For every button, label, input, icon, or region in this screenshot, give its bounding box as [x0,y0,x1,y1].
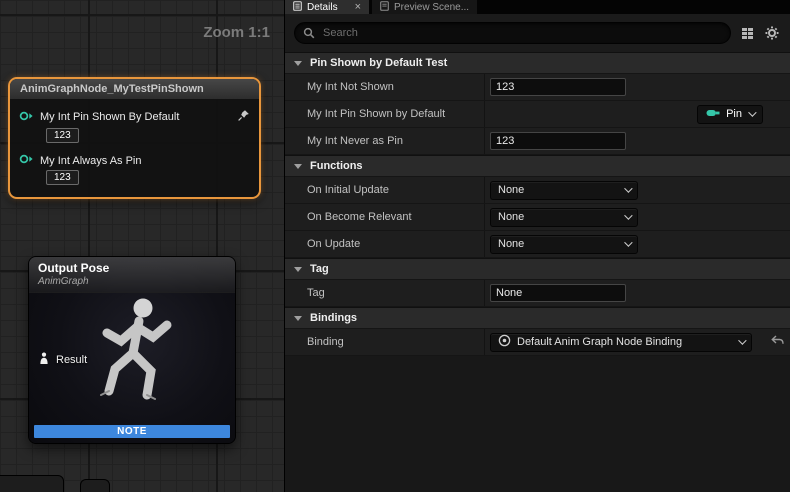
pin-icon [706,108,720,120]
pin-label: My Int Pin Shown By Default [40,111,179,123]
node-title[interactable]: AnimGraphNode_MyTestPinShown [10,79,259,100]
search-wrap [294,22,731,44]
binding-icon [498,334,511,350]
search-icon [303,27,315,39]
property-row: My Int Not Shown [285,74,790,101]
pin-row-shown-by-default: My Int Pin Shown By Default [19,109,250,125]
chevron-down-icon [624,211,632,219]
pin-row-always-as-pin: My Int Always As Pin [19,154,250,167]
on-initial-update-dropdown[interactable]: None [490,181,638,200]
tab-details[interactable]: Details × [285,0,369,14]
tag-input[interactable] [490,284,626,302]
section-header-bindings[interactable]: Bindings [285,307,790,329]
property-label: My Int Not Shown [285,74,485,100]
mannequin-figure [81,291,191,421]
property-label: On Update [285,231,485,257]
section-header-functions[interactable]: Functions [285,155,790,177]
property-row: Tag [285,280,790,307]
pose-pin-icon[interactable] [38,352,50,367]
search-row [285,14,790,52]
pushpin-icon[interactable] [237,109,250,125]
result-pin-label: Result [56,354,87,366]
chevron-down-icon[interactable] [294,164,302,169]
pin-visibility-dropdown[interactable]: Pin [697,105,763,124]
view-options-grid-icon[interactable] [738,24,756,42]
section-title: Bindings [310,312,357,324]
details-empty-area [285,356,790,492]
chevron-down-icon[interactable] [294,61,302,66]
binding-value: Default Anim Graph Node Binding [517,336,732,348]
partial-node[interactable] [0,475,64,492]
pin-dropdown-label: Pin [726,108,742,120]
section-title: Pin Shown by Default Test [310,57,447,69]
my-int-not-shown-input[interactable] [490,78,626,96]
close-icon[interactable]: × [355,2,361,13]
output-pose-node[interactable]: Output Pose AnimGraph Result NOTE [28,256,236,444]
pin-label: My Int Always As Pin [40,155,141,167]
tab-bar: Details × Preview Scene... [285,0,790,14]
property-row: On Initial Update None [285,177,790,204]
preview-scene-tab-icon [380,1,389,14]
graph-canvas[interactable]: Zoom 1:1 AnimGraphNode_MyTestPinShown My… [0,0,285,492]
section-title: Tag [310,263,329,275]
anim-graph-test-node[interactable]: AnimGraphNode_MyTestPinShown My Int Pin … [8,77,261,199]
property-label: On Initial Update [285,177,485,203]
dropdown-value: None [498,211,524,223]
property-label: My Int Pin Shown by Default [285,101,485,127]
node-header[interactable]: Output Pose AnimGraph [29,257,235,293]
property-row: Binding Default Anim Graph Node Binding [285,329,790,356]
chevron-down-icon[interactable] [294,267,302,272]
section-header-tag[interactable]: Tag [285,258,790,280]
pin-value-input[interactable]: 123 [46,170,79,185]
search-input[interactable] [294,22,731,44]
property-row: On Become Relevant None [285,204,790,231]
binding-dropdown[interactable]: Default Anim Graph Node Binding [490,333,752,352]
reset-to-default-icon[interactable] [771,335,784,349]
tab-label: Details [307,2,338,13]
property-label: My Int Never as Pin [285,128,485,154]
on-become-relevant-dropdown[interactable]: None [490,208,638,227]
on-update-dropdown[interactable]: None [490,235,638,254]
chevron-down-icon [748,108,756,116]
partial-node[interactable] [80,479,110,492]
property-row: My Int Pin Shown by Default Pin [285,101,790,128]
value-pin-icon[interactable] [19,111,34,124]
note-badge[interactable]: NOTE [34,425,230,438]
property-label: On Become Relevant [285,204,485,230]
node-subtitle: AnimGraph [38,276,226,287]
my-int-never-as-pin-input[interactable] [490,132,626,150]
details-panel: Details × Preview Scene... Pin Shown by … [285,0,790,492]
chevron-down-icon [624,238,632,246]
property-label: Tag [285,280,485,306]
chevron-down-icon [738,336,746,344]
value-pin-icon[interactable] [19,154,34,167]
pin-value-input[interactable]: 123 [46,128,79,143]
section-header-pin-shown-by-default-test[interactable]: Pin Shown by Default Test [285,52,790,74]
property-label: Binding [285,329,485,355]
details-tab-icon [293,1,302,14]
section-title: Functions [310,160,363,172]
dropdown-value: None [498,184,524,196]
result-pin[interactable]: Result [38,352,87,367]
chevron-down-icon [624,184,632,192]
tab-label: Preview Scene... [394,2,469,13]
property-row: On Update None [285,231,790,258]
gear-icon[interactable] [763,24,781,42]
zoom-level-label: Zoom 1:1 [203,24,270,41]
property-row: My Int Never as Pin [285,128,790,155]
dropdown-value: None [498,238,524,250]
node-body: My Int Pin Shown By Default 123 My Int A… [10,100,259,197]
tab-preview-scene[interactable]: Preview Scene... [372,0,477,14]
chevron-down-icon[interactable] [294,316,302,321]
node-title: Output Pose [38,261,226,275]
